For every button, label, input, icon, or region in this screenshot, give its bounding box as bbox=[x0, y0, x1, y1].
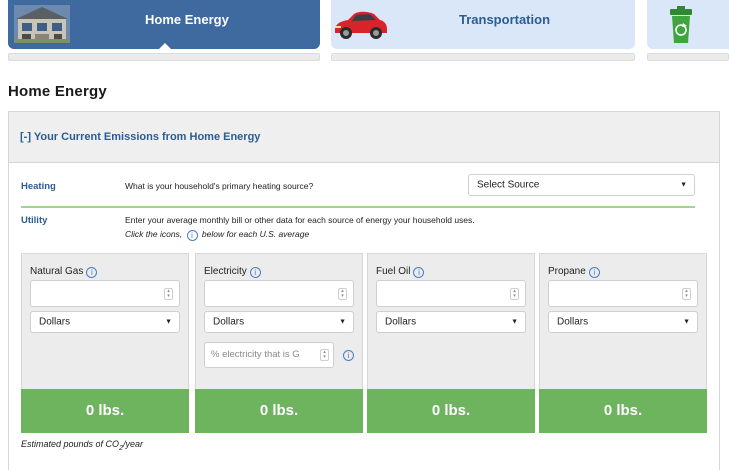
utility-label: Utility bbox=[21, 215, 48, 226]
tab-underbar bbox=[331, 53, 635, 61]
electricity-unit-value: Dollars bbox=[213, 316, 245, 328]
utility-hint-before: Click the icons, bbox=[125, 229, 183, 239]
utility-instruction-text: Enter your average monthly bill or other… bbox=[125, 215, 475, 225]
utility-instructions: Enter your average monthly bill or other… bbox=[125, 213, 475, 241]
chevron-down-icon: ▼ bbox=[511, 318, 518, 326]
section-divider bbox=[21, 206, 695, 208]
propane-amount-input[interactable]: ▴ ▾ bbox=[548, 280, 698, 307]
info-icon[interactable]: i bbox=[413, 267, 425, 278]
natural-gas-label: Natural Gas i bbox=[30, 266, 99, 278]
fuel-oil-label: Fuel Oil i bbox=[376, 266, 426, 278]
tab-transportation-label: Transportation bbox=[459, 12, 551, 27]
panel-collapse-toggle[interactable]: [-] Your Current Emissions from Home Ene… bbox=[20, 131, 260, 143]
house-icon bbox=[14, 5, 70, 43]
propane-result: 0 lbs. bbox=[539, 389, 707, 433]
tab-waste[interactable] bbox=[647, 0, 729, 49]
fuel-oil-unit-select[interactable]: Dollars ▼ bbox=[376, 311, 526, 333]
propane-unit-value: Dollars bbox=[557, 316, 589, 328]
chevron-down-icon: ▼ bbox=[680, 181, 687, 189]
heating-label: Heating bbox=[21, 181, 56, 192]
info-icon[interactable]: i bbox=[343, 350, 354, 361]
number-spinner-icon[interactable]: ▴ ▾ bbox=[510, 288, 519, 300]
footnote-text-end: /year bbox=[122, 439, 143, 449]
heating-source-select[interactable]: Select Source ▼ bbox=[468, 174, 695, 196]
fuel-oil-amount-input[interactable]: ▴ ▾ bbox=[376, 280, 526, 307]
electricity-result: 0 lbs. bbox=[195, 389, 363, 433]
chevron-down-icon: ▼ bbox=[339, 318, 346, 326]
tab-home-energy-label: Home Energy bbox=[145, 12, 229, 27]
green-electricity-percent-input[interactable]: % electricity that is G ▴ ▾ bbox=[204, 342, 334, 368]
chevron-down-icon: ▼ bbox=[165, 318, 172, 326]
tab-home-energy[interactable]: Home Energy bbox=[8, 0, 320, 50]
tab-transportation[interactable]: Transportation bbox=[331, 0, 635, 49]
electricity-label: Electricity i bbox=[204, 266, 263, 278]
green-electricity-placeholder: % electricity that is G bbox=[211, 349, 300, 360]
number-spinner-icon[interactable]: ▴ ▾ bbox=[338, 288, 347, 300]
utility-hint-after: below for each U.S. average bbox=[201, 229, 310, 239]
info-icon[interactable]: i bbox=[186, 230, 198, 241]
info-icon[interactable]: i bbox=[588, 267, 600, 278]
fuel-oil-result: 0 lbs. bbox=[367, 389, 535, 433]
tab-underbar bbox=[647, 53, 729, 61]
number-spinner-icon[interactable]: ▴ ▾ bbox=[320, 349, 329, 361]
natural-gas-amount-input[interactable]: ▴ ▾ bbox=[30, 280, 180, 307]
category-tabs: Home Energy Transportation bbox=[8, 0, 729, 62]
page-title: Home Energy bbox=[8, 83, 107, 100]
chevron-down-icon: ▼ bbox=[683, 318, 690, 326]
number-spinner-icon[interactable]: ▴ ▾ bbox=[164, 288, 173, 300]
co2-footnote: Estimated pounds of CO2/year bbox=[21, 439, 143, 452]
heating-source-value: Select Source bbox=[477, 179, 540, 191]
propane-unit-select[interactable]: Dollars ▼ bbox=[548, 311, 698, 333]
number-spinner-icon[interactable]: ▴ ▾ bbox=[682, 288, 691, 300]
fuel-oil-unit-value: Dollars bbox=[385, 316, 417, 328]
natural-gas-result: 0 lbs. bbox=[21, 389, 189, 433]
car-icon bbox=[335, 11, 387, 39]
footnote-text: Estimated pounds of CO bbox=[21, 439, 120, 449]
info-icon[interactable]: i bbox=[249, 267, 261, 278]
info-icon[interactable]: i bbox=[86, 267, 98, 278]
recycle-bin-icon bbox=[670, 6, 692, 43]
propane-label: Propane i bbox=[548, 266, 602, 278]
panel-header[interactable]: [-] Your Current Emissions from Home Ene… bbox=[9, 112, 719, 163]
emissions-panel: [-] Your Current Emissions from Home Ene… bbox=[8, 111, 720, 470]
tab-underbar bbox=[8, 53, 320, 61]
electricity-amount-input[interactable]: ▴ ▾ bbox=[204, 280, 354, 307]
heating-question: What is your household's primary heating… bbox=[125, 181, 314, 191]
natural-gas-unit-select[interactable]: Dollars ▼ bbox=[30, 311, 180, 333]
utility-hint: Click the icons, i below for each U.S. a… bbox=[125, 227, 475, 241]
natural-gas-unit-value: Dollars bbox=[39, 316, 71, 328]
electricity-unit-select[interactable]: Dollars ▼ bbox=[204, 311, 354, 333]
active-tab-pointer bbox=[158, 43, 172, 50]
